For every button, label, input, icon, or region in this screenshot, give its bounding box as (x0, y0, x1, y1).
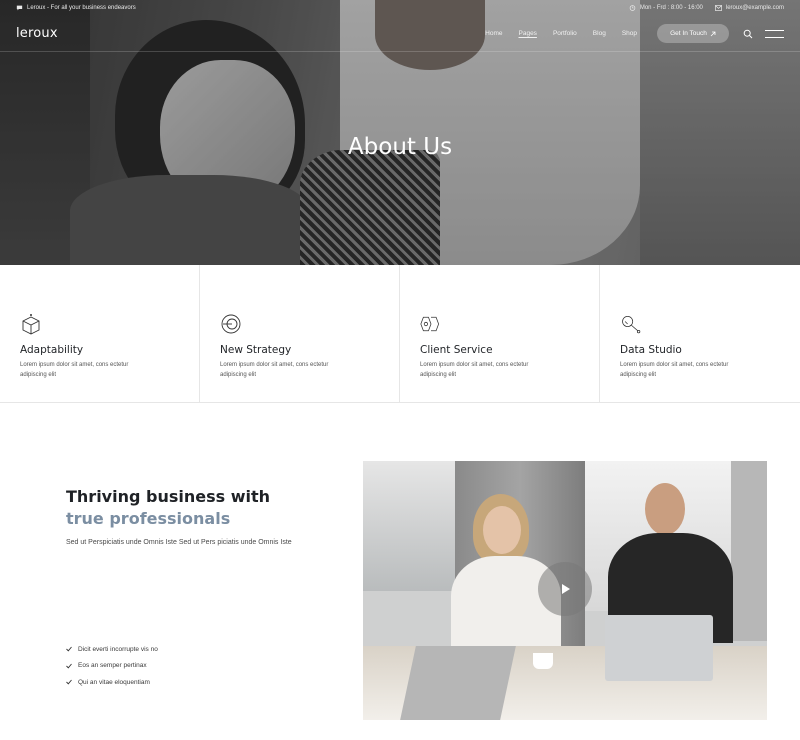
feature-card-data-studio: Data Studio Lorem ipsum dolor sit amet, … (600, 265, 800, 403)
main-navigation: leroux Home Pages Portfolio Blog Shop Ge… (0, 16, 800, 52)
checklist-item: Dicit everti incorrupte vis no (66, 641, 158, 658)
video-photo-curtain (731, 461, 767, 641)
checklist-text: Dicit everti incorrupte vis no (78, 645, 158, 653)
feature-title: New Strategy (220, 344, 292, 356)
nav-link-pages[interactable]: Pages (511, 30, 545, 37)
topbar-tagline: Leroux - For all your business endeavors (27, 5, 136, 11)
feature-title: Data Studio (620, 344, 682, 356)
nav-link-home[interactable]: Home (477, 30, 510, 37)
nav-links: Home Pages Portfolio Blog Shop (477, 30, 645, 37)
topbar-email[interactable]: leroux@example.com (726, 5, 784, 11)
hero-banner: Leroux - For all your business endeavors… (0, 0, 800, 265)
video-photo-laptop-right (605, 615, 713, 681)
check-icon (66, 679, 72, 685)
get-in-touch-label: Get In Touch (670, 30, 707, 37)
magnifier-icon (622, 316, 641, 334)
get-in-touch-button[interactable]: Get In Touch (657, 24, 729, 43)
search-icon[interactable] (743, 29, 753, 39)
video-photo-cup (533, 653, 553, 669)
checklist-text: Eos an semper pertinax (78, 662, 147, 670)
feature-card-client-service: Client Service Lorem ipsum dolor sit ame… (400, 265, 600, 403)
site-logo[interactable]: leroux (16, 26, 58, 41)
feature-title: Client Service (420, 344, 493, 356)
feature-card-new-strategy: New Strategy Lorem ipsum dolor sit amet,… (200, 265, 400, 403)
hexagons-icon (420, 316, 440, 332)
video-photo-laptop-left (400, 646, 516, 720)
feature-checklist: Dicit everti incorrupte vis no Eos an se… (66, 641, 158, 691)
video-photo-window-left (363, 461, 458, 591)
mail-icon (714, 5, 722, 11)
feature-text: Lorem ipsum dolor sit amet, cons ectetur… (620, 362, 729, 378)
play-icon (562, 584, 570, 594)
about-description: Sed ut Perspiciatis unde Omnis Iste Sed … (66, 539, 292, 546)
top-bar: Leroux - For all your business endeavors… (0, 0, 800, 16)
checklist-text: Qui an vitae eloquentiam (78, 678, 150, 686)
feature-title: Adaptability (20, 344, 84, 356)
hamburger-menu-icon[interactable] (765, 29, 784, 38)
feature-text: Lorem ipsum dolor sit amet, cons ectetur… (220, 362, 329, 378)
arrow-up-right-icon (710, 31, 716, 36)
check-icon (66, 663, 72, 669)
feature-text: Lorem ipsum dolor sit amet, cons ectetur… (420, 362, 529, 378)
about-heading: Thriving business with true professional… (66, 486, 270, 530)
checklist-item: Qui an vitae eloquentiam (66, 674, 158, 691)
chat-bubble-icon (16, 5, 23, 11)
features-row: Adaptability Lorem ipsum dolor sit amet,… (0, 265, 800, 403)
video-photo-woman-face (483, 506, 521, 554)
video-photo-man-face (645, 483, 685, 535)
feature-card-adaptability: Adaptability Lorem ipsum dolor sit amet,… (0, 265, 200, 403)
page-title: About Us (347, 134, 453, 160)
clock-icon (629, 5, 636, 11)
topbar-hours: Mon - Frd : 8:00 - 16:00 (639, 5, 703, 11)
about-video[interactable] (363, 461, 767, 720)
play-video-button[interactable] (538, 562, 592, 616)
check-icon (66, 646, 72, 652)
checklist-item: Eos an semper pertinax (66, 658, 158, 675)
about-heading-line1: Thriving business with (66, 487, 271, 506)
nav-link-blog[interactable]: Blog (585, 30, 614, 37)
feature-text: Lorem ipsum dolor sit amet, cons ectetur… (20, 362, 129, 378)
box-icon (22, 314, 40, 335)
about-heading-line2: true professionals (66, 509, 231, 528)
target-icon (221, 314, 241, 334)
nav-link-portfolio[interactable]: Portfolio (545, 30, 585, 37)
nav-link-shop[interactable]: Shop (614, 30, 645, 37)
